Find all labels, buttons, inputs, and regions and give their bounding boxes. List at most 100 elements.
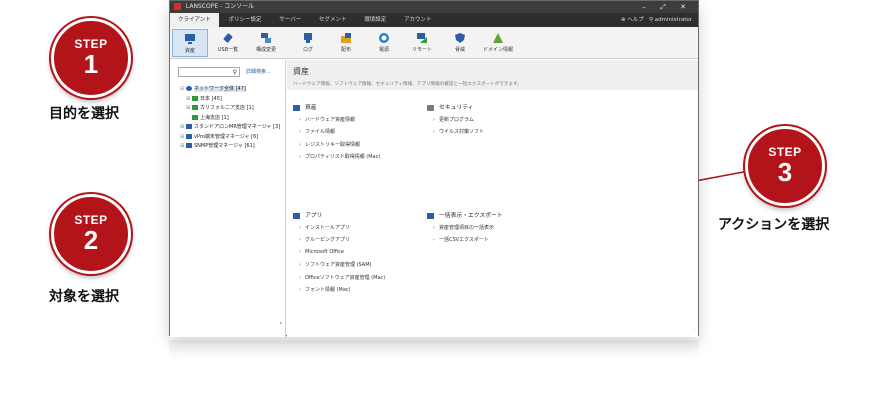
action-office-sam-mac[interactable]: › Officeソフトウェア資産管理 (Mac)	[293, 274, 385, 286]
action-label: ハードウェア資産情報	[305, 117, 356, 123]
monitor-icon	[185, 34, 195, 44]
group-icon	[192, 114, 198, 120]
action-label: ソフトウェア資産管理 (SAM)	[305, 262, 372, 269]
toolbar: 資産 USB一覧 構成変更 ログ 配布 電源 リモート 脅威 ドメイン情報	[170, 27, 698, 59]
tool-power[interactable]: 電源	[366, 29, 402, 57]
tree-toggle[interactable]: ⊟	[180, 85, 186, 95]
lock-icon	[427, 104, 434, 111]
chevron-right-icon: ›	[433, 117, 435, 123]
chevron-right-icon: ›	[299, 286, 301, 293]
action-label: プロパティリスト取得情報 (Mac)	[305, 154, 381, 161]
tab-server[interactable]: サーバー	[271, 13, 309, 27]
action-file-info[interactable]: › ファイル情報	[293, 128, 380, 140]
action-label: ウイルス対策ソフト	[439, 129, 485, 136]
action-bulk-csv-export[interactable]: › 一括CSVエクスポート	[427, 236, 503, 248]
action-label: レジストリキー取得情報	[305, 141, 361, 148]
maximize-button[interactable]: ⤢	[660, 3, 672, 11]
step1-number: 1	[83, 49, 99, 79]
tree-item-network-all[interactable]: ⊟ ネットワーク全体 [47]	[180, 85, 280, 95]
action-label: Officeソフトウェア資産管理 (Mac)	[305, 274, 386, 281]
advanced-search-link[interactable]: 詳細検索...	[246, 68, 271, 75]
action-bulk-display[interactable]: › 資産管理項目の一括表示	[427, 224, 503, 236]
tree-item-standalone-manager[interactable]: ⊞ スタンドアロンMR管理マネージャ [3]	[180, 123, 280, 133]
action-update-program[interactable]: › 更新プログラム	[427, 116, 484, 128]
config-change-icon	[261, 33, 271, 43]
action-font-info[interactable]: › フォント情報 (Mac)	[293, 286, 385, 298]
tab-environment[interactable]: 環境設定	[356, 13, 394, 27]
section-title: 一括表示・エクスポート	[427, 210, 503, 219]
tool-usb[interactable]: USB一覧	[210, 29, 246, 57]
chevron-right-icon: ›	[299, 274, 301, 281]
chevron-right-icon: ›	[433, 225, 435, 231]
resize-grip-icon[interactable]: ⋰	[691, 329, 696, 335]
tab-account[interactable]: アカウント	[396, 13, 440, 27]
action-hardware-info[interactable]: › ハードウェア資産情報	[293, 116, 380, 128]
content-subtitle: ハードウェア情報、ソフトウェア情報、セキュリティ情報、アプリ情報の確認と一括エク…	[293, 82, 522, 87]
action-grouping-apps[interactable]: › グルーピングアプリ	[293, 236, 385, 248]
action-plist-info[interactable]: › プロパティリスト取得情報 (Mac)	[293, 153, 380, 165]
console-window: LANSCOPE - コンソール – ⤢ ✕ クライアント ポリシー設定 サーバ…	[169, 0, 699, 337]
collapse-pane-icon[interactable]: ‹	[280, 320, 282, 327]
action-ms-office[interactable]: › Microsoft Office	[293, 249, 385, 261]
tree-item-label: カリフォルニア支店 [1]	[200, 105, 254, 111]
tree-item-label: 日本 [45]	[200, 95, 222, 102]
tool-config[interactable]: 構成変更	[248, 29, 284, 57]
tool-log[interactable]: ログ	[290, 29, 326, 57]
section-title: セキュリティ	[427, 102, 484, 111]
manager-icon	[186, 133, 192, 139]
window-title: LANSCOPE - コンソール	[185, 3, 255, 10]
tool-domain-label: ドメイン情報	[482, 47, 513, 53]
tool-threat[interactable]: 脅威	[442, 29, 478, 57]
section-title-text: 一括表示・エクスポート	[439, 213, 503, 219]
tree-item-vpro-manager[interactable]: ⊞ vPro端末管理マネージャ [6]	[180, 133, 280, 143]
chevron-right-icon: ›	[299, 237, 301, 244]
tree-search-input[interactable]: ⚲	[178, 67, 240, 77]
tree-item-label: ネットワーク全体 [47]	[194, 86, 246, 92]
section-security: セキュリティ › 更新プログラム › ウイルス対策ソフト	[427, 102, 484, 141]
action-installed-apps[interactable]: › インストールアプリ	[293, 224, 385, 236]
tool-config-label: 構成変更	[255, 47, 276, 53]
help-link[interactable]: ヘルプ	[627, 17, 644, 23]
section-title-text: 資産	[305, 105, 317, 111]
minimize-button[interactable]: –	[643, 3, 653, 11]
step2-number: 2	[83, 225, 99, 255]
section-title: 資産	[293, 102, 380, 111]
tool-domain[interactable]: ドメイン情報	[480, 29, 516, 57]
action-registry-info[interactable]: › レジストリキー取得情報	[293, 141, 380, 153]
action-sam[interactable]: › ソフトウェア資産管理 (SAM)	[293, 261, 385, 273]
tool-remote[interactable]: リモート	[404, 29, 440, 57]
chevron-right-icon: ›	[299, 248, 301, 255]
tree-item-label: vPro端末管理マネージャ [6]	[194, 133, 259, 140]
section-bulk-export: 一括表示・エクスポート › 資産管理項目の一括表示 › 一括CSVエクスポート	[427, 210, 503, 249]
action-label: 資産管理項目の一括表示	[439, 225, 495, 231]
monitor-icon	[293, 104, 300, 111]
chevron-right-icon: ›	[433, 237, 435, 244]
remote-icon	[417, 33, 427, 43]
user-name[interactable]: administrator	[655, 17, 692, 23]
section-asset: 資産 › ハードウェア資産情報 › ファイル情報 › レジストリキー取得情報 › プロパ…	[293, 102, 380, 166]
action-label: 一括CSVエクスポート	[439, 237, 489, 244]
action-antivirus[interactable]: › ウイルス対策ソフト	[427, 128, 484, 140]
tree-item-california[interactable]: ⊞ カリフォルニア支店 [1]	[180, 104, 280, 114]
tool-asset[interactable]: 資産	[172, 29, 208, 57]
tree-item-shanghai[interactable]: 上海支店 [1]	[180, 114, 280, 124]
tab-client[interactable]: クライアント	[170, 13, 219, 27]
tree-item-label: SNMP管理マネージャ [61]	[194, 143, 255, 149]
action-label: ファイル情報	[305, 129, 336, 136]
group-icon	[192, 95, 198, 101]
tab-policy[interactable]: ポリシー設定	[221, 13, 270, 27]
manager-icon	[186, 124, 192, 129]
close-button[interactable]: ✕	[680, 3, 692, 11]
network-tree: ⊟ ネットワーク全体 [47] ⊞ 日本 [45] ⊞ カリフォルニア支店 [1] 上…	[180, 85, 280, 152]
tool-log-label: ログ	[302, 47, 313, 53]
step3-badge: STEP 3	[745, 126, 825, 206]
content-title: 資産	[293, 67, 309, 76]
tree-item-snmp-manager[interactable]: ⊞ SNMP管理マネージャ [61]	[180, 142, 280, 152]
tab-segment[interactable]: セグメント	[311, 13, 355, 27]
tree-item-label: 上海支店 [1]	[200, 114, 229, 121]
tree-item-japan[interactable]: ⊞ 日本 [45]	[180, 95, 280, 105]
search-icon[interactable]: ⚲	[233, 69, 237, 76]
window-controls: – ⤢ ✕	[643, 1, 692, 13]
chevron-right-icon: ›	[299, 262, 301, 269]
tool-distribute[interactable]: 配布	[328, 29, 364, 57]
